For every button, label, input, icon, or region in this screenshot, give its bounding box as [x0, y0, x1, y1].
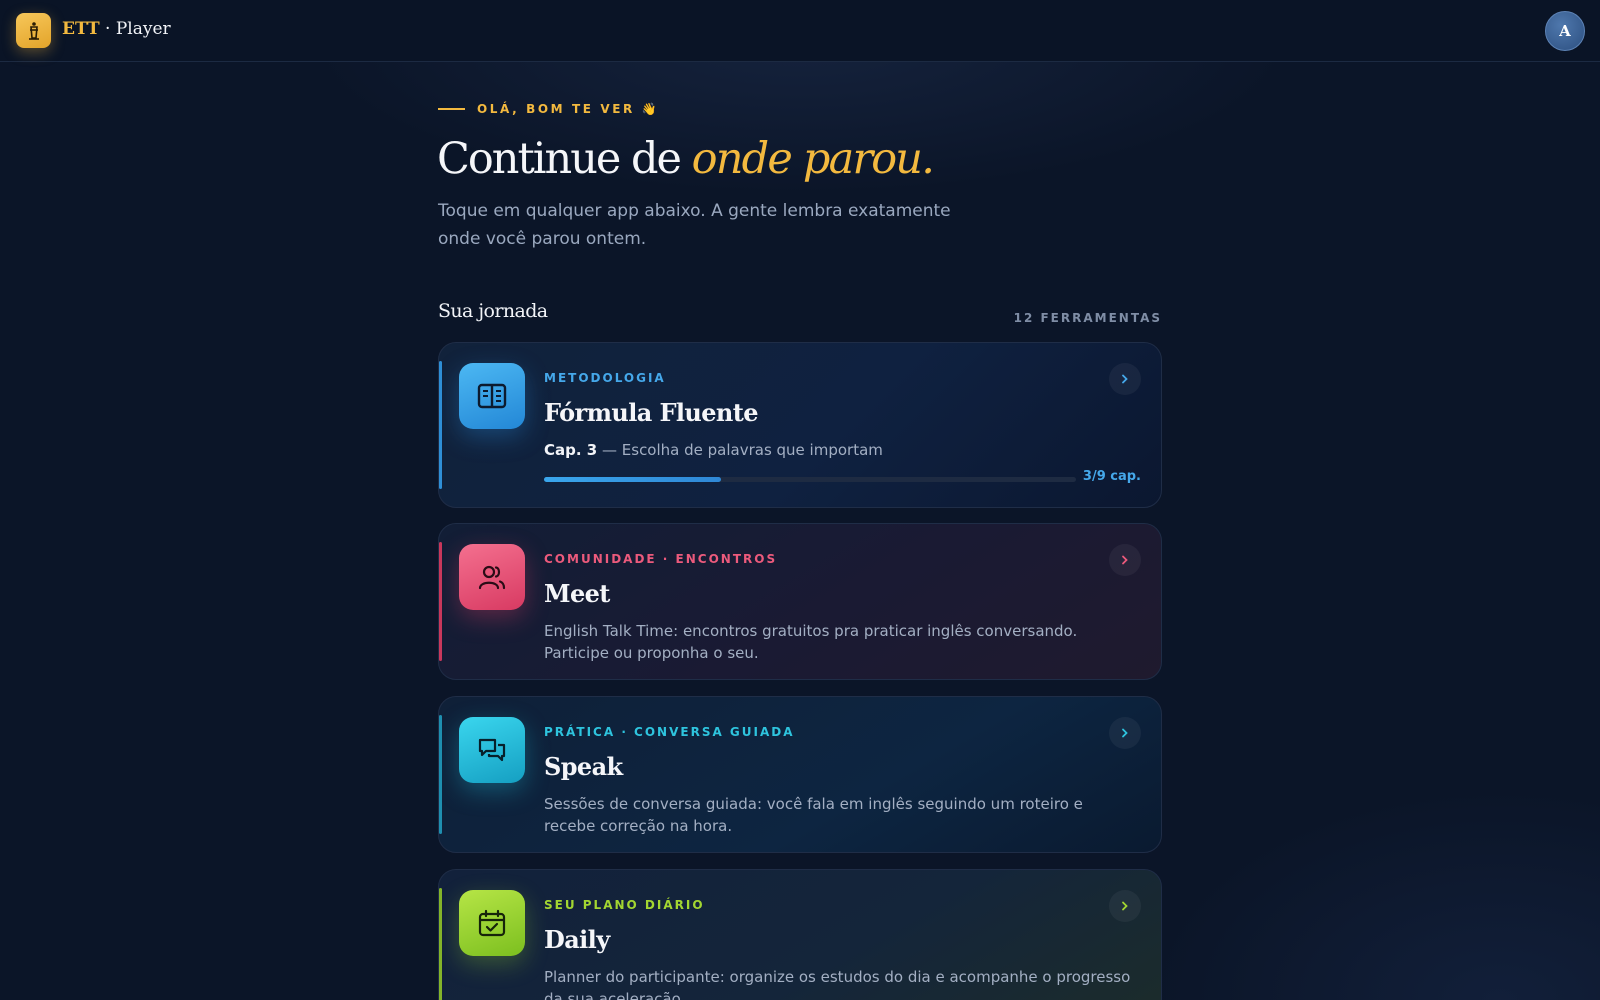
card-speak[interactable]: PRÁTICA · CONVERSA GUIADA Speak Sessões …	[438, 696, 1162, 853]
book-icon	[477, 383, 507, 409]
users-icon	[478, 565, 506, 590]
calendar-check-icon	[478, 909, 506, 937]
lighthouse-icon	[28, 21, 39, 40]
headline-accent: onde parou.	[691, 134, 935, 184]
card-description: Planner do participante: organize os est…	[544, 968, 1131, 1000]
open-button[interactable]	[1109, 890, 1141, 922]
tools-count: 12 FERRAMENTAS	[1013, 311, 1162, 325]
greeting-line	[438, 108, 465, 110]
card-meet[interactable]: COMUNIDADE · ENCONTROS Meet English Talk…	[438, 523, 1162, 680]
card-accent-stripe	[439, 542, 442, 661]
card-title: Daily	[544, 925, 610, 954]
page-title: Continue de onde parou.	[437, 134, 935, 184]
card-accent-stripe	[439, 361, 442, 489]
card-description: English Talk Time: encontros gratuitos p…	[544, 622, 1078, 662]
chevron-right-icon	[1122, 374, 1128, 384]
chevron-right-icon	[1122, 901, 1128, 911]
chapter-label: Cap. 3	[544, 441, 598, 459]
page-subtitle: Toque em qualquer app abaixo. A gente le…	[438, 201, 951, 249]
card-icon-tile	[459, 890, 525, 956]
app-title: ETT · Player	[62, 19, 171, 39]
card-kicker: COMUNIDADE · ENCONTROS	[544, 552, 778, 566]
greeting: OLÁ, BOM TE VER 👋	[438, 102, 659, 116]
card-title: Speak	[544, 752, 623, 781]
card-accent-stripe	[439, 715, 442, 834]
card-formula-fluente[interactable]: METODOLOGIA Fórmula Fluente Cap. 3 — Esc…	[438, 342, 1162, 508]
headline-main: Continue de	[437, 134, 692, 184]
card-accent-stripe	[439, 888, 442, 1000]
user-avatar[interactable]: A	[1545, 11, 1585, 51]
card-title: Meet	[544, 579, 610, 608]
card-icon-tile	[459, 363, 525, 429]
progress-label: 3/9 cap.	[1082, 469, 1141, 484]
card-kicker: SEU PLANO DIÁRIO	[544, 898, 705, 912]
card-description: Cap. 3 — Escolha de palavras que importa…	[544, 439, 1134, 461]
chevron-right-icon	[1122, 555, 1128, 565]
top-bar: ETT · Player A	[0, 0, 1600, 62]
open-button[interactable]	[1109, 363, 1141, 395]
card-icon-tile	[459, 717, 525, 783]
chevron-right-icon	[1122, 728, 1128, 738]
card-icon-tile	[459, 544, 525, 610]
card-kicker: PRÁTICA · CONVERSA GUIADA	[544, 725, 795, 739]
app-logo[interactable]	[16, 13, 51, 48]
card-kicker: METODOLOGIA	[544, 371, 666, 385]
progress-fill	[544, 477, 722, 482]
open-button[interactable]	[1109, 544, 1141, 576]
card-title: Fórmula Fluente	[544, 398, 759, 427]
brand-suffix: · Player	[99, 19, 171, 39]
section-title: Sua jornada	[438, 300, 548, 322]
open-button[interactable]	[1109, 717, 1141, 749]
progress-bar	[544, 477, 1076, 482]
card-description: Sessões de conversa guiada: você fala em…	[544, 795, 1083, 835]
greeting-text: OLÁ, BOM TE VER 👋	[477, 102, 660, 116]
brand-name: ETT	[62, 19, 100, 39]
card-daily[interactable]: SEU PLANO DIÁRIO Daily Planner do partic…	[438, 869, 1162, 1000]
chapter-title: — Escolha de palavras que importam	[597, 441, 883, 459]
chat-icon	[478, 738, 506, 762]
